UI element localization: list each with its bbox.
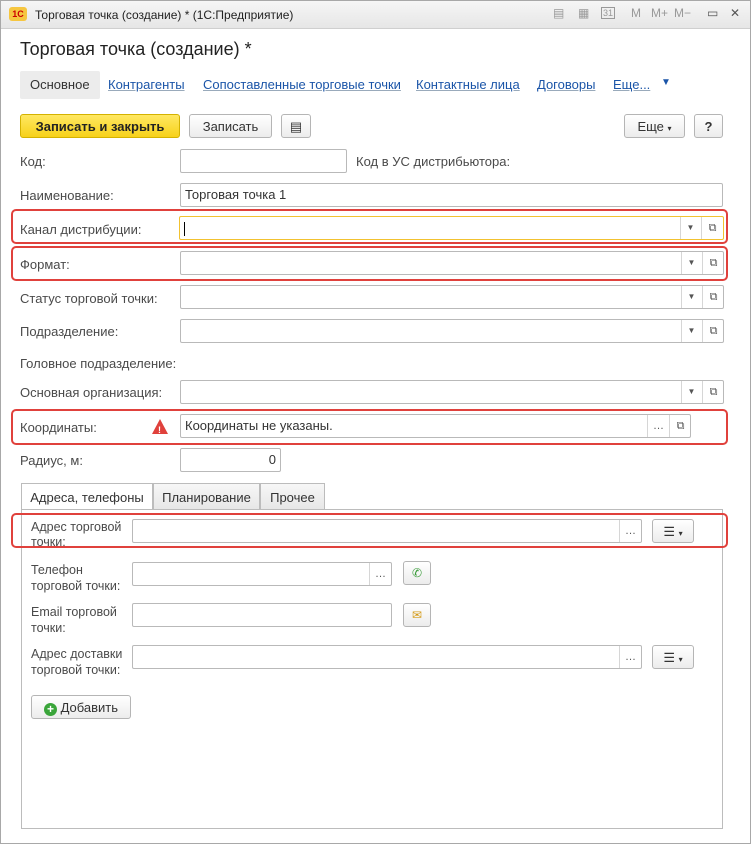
print-icon[interactable]: ▤ [553, 6, 564, 20]
dropdown-arrow-icon: ▾ [678, 529, 683, 538]
more-label: Еще [637, 119, 664, 134]
tab-main[interactable]: Основное [20, 71, 100, 99]
window: 1С Торговая точка (создание) * (1С:Предп… [0, 0, 751, 844]
address-label: Адрес торговой точки: [31, 520, 122, 549]
delivery-label: Адрес доставки торговой точки: [31, 647, 123, 677]
ellipsis-icon[interactable]: … [369, 563, 391, 585]
channel-label: Канал дистрибуции: [20, 222, 142, 237]
ellipsis-icon[interactable]: … [619, 646, 641, 668]
calendar-icon[interactable]: 31 [601, 7, 616, 19]
open-icon[interactable]: ⧉ [702, 381, 724, 403]
division-field[interactable] [180, 319, 724, 343]
phone-label: Телефон торговой точки: [31, 563, 121, 593]
format-label: Формат: [20, 257, 70, 272]
tab-matched-points[interactable]: Сопоставленные торговые точки [203, 71, 401, 99]
menu-icon: ☰ [663, 524, 675, 539]
org-label: Основная организация: [20, 385, 163, 400]
memory-plus-icon[interactable]: M+ [651, 6, 668, 20]
window-title: Торговая точка (создание) * (1С:Предприя… [35, 8, 294, 22]
tab-contractors[interactable]: Контрагенты [108, 71, 185, 99]
head-division-label: Головное подразделение: [20, 356, 177, 371]
tab-contacts[interactable]: Контактные лица [416, 71, 520, 99]
report-button[interactable]: ▤ [281, 114, 311, 138]
phone-call-icon[interactable]: ✆ [403, 561, 431, 585]
list-icon: ▤ [289, 119, 303, 134]
name-field[interactable]: Торговая точка 1 [180, 183, 723, 207]
chevron-down-icon[interactable]: ▼ [661, 77, 671, 88]
radius-field[interactable]: 0 [180, 448, 281, 472]
phone-field[interactable] [132, 562, 392, 586]
chevron-down-icon[interactable]: ▼ [680, 217, 700, 239]
status-label: Статус торговой точки: [20, 291, 158, 306]
radius-label: Радиус, м: [20, 453, 83, 468]
tab-contracts[interactable]: Договоры [537, 71, 595, 99]
channel-field[interactable]: ▼ ⧉ [179, 216, 724, 240]
title-bar: 1С Торговая точка (создание) * (1С:Предп… [1, 1, 750, 29]
chevron-down-icon[interactable]: ▼ [681, 252, 701, 274]
coords-field[interactable]: Координаты не указаны. [180, 414, 691, 438]
tab-more[interactable]: Еще... [613, 71, 650, 99]
address-field[interactable] [132, 519, 642, 543]
plus-icon: + [43, 703, 57, 716]
tab-other[interactable]: Прочее [260, 483, 325, 510]
open-icon[interactable]: ⧉ [669, 415, 691, 437]
warning-mark: ! [158, 425, 161, 435]
kod-us-label: Код в УС дистрибьютора: [356, 154, 511, 169]
memory-minus-icon[interactable]: M− [674, 6, 691, 20]
delivery-menu-button[interactable]: ☰ ▾ [652, 645, 694, 669]
kod-label: Код: [20, 154, 46, 169]
save-close-button[interactable]: Записать и закрыть [20, 114, 180, 138]
more-button[interactable]: Еще ▾ [624, 114, 685, 138]
ellipsis-icon[interactable]: … [619, 520, 641, 542]
menu-icon: ☰ [663, 650, 675, 665]
email-field[interactable] [132, 603, 392, 627]
add-button[interactable]: + Добавить [31, 695, 131, 719]
memory-m-icon[interactable]: M [631, 6, 641, 20]
close-icon[interactable]: ✕ [730, 6, 740, 20]
delivery-field[interactable] [132, 645, 642, 669]
kod-field[interactable] [180, 149, 347, 173]
chevron-down-icon[interactable]: ▼ [681, 286, 701, 308]
format-field[interactable] [180, 251, 724, 275]
save-button[interactable]: Записать [189, 114, 272, 138]
org-field[interactable] [180, 380, 724, 404]
open-icon[interactable]: ⧉ [702, 252, 724, 274]
mail-icon[interactable]: ✉ [403, 603, 431, 627]
email-label: Email торговой точки: [31, 605, 117, 635]
address-menu-button[interactable]: ☰ ▾ [652, 519, 694, 543]
help-button[interactable]: ? [694, 114, 723, 138]
restore-icon[interactable]: ▭ [707, 6, 718, 20]
ellipsis-icon[interactable]: … [647, 415, 669, 437]
page-title: Торговая точка (создание) * [20, 39, 252, 59]
chevron-down-icon[interactable]: ▼ [681, 381, 701, 403]
dropdown-arrow-icon: ▾ [678, 655, 683, 664]
name-label: Наименование: [20, 188, 114, 203]
status-field[interactable] [180, 285, 724, 309]
division-label: Подразделение: [20, 324, 119, 339]
dropdown-arrow-icon: ▾ [667, 124, 672, 133]
tab-addresses[interactable]: Адреса, телефоны [21, 483, 153, 511]
tab-planning[interactable]: Планирование [153, 483, 260, 510]
add-button-label: Добавить [60, 700, 119, 715]
coords-label: Координаты: [20, 420, 97, 435]
open-icon[interactable]: ⧉ [702, 286, 724, 308]
text-cursor [184, 221, 185, 236]
app-logo-icon: 1С [9, 7, 27, 21]
table-icon[interactable]: ▦ [578, 6, 589, 20]
open-icon[interactable]: ⧉ [701, 217, 723, 239]
open-icon[interactable]: ⧉ [702, 320, 724, 342]
chevron-down-icon[interactable]: ▼ [681, 320, 701, 342]
